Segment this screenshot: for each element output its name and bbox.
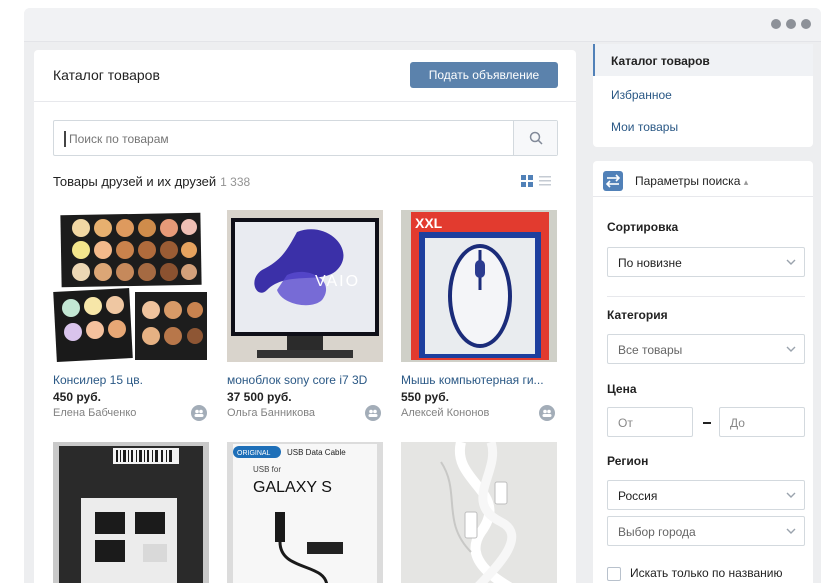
product-price: 550 руб. [401, 390, 449, 404]
filter-icon [603, 171, 623, 191]
search-icon [529, 131, 543, 145]
product-photo[interactable] [53, 442, 209, 583]
sort-select[interactable]: По новизне [607, 247, 805, 277]
product-name[interactable]: Консилер 15 цв. [53, 373, 209, 387]
search-input[interactable] [64, 131, 513, 147]
nav-item-catalog[interactable]: Каталог товаров [593, 44, 813, 76]
list-view-icon[interactable] [539, 175, 551, 187]
product-price: 37 500 руб. [227, 390, 292, 404]
product-card[interactable] [53, 442, 213, 583]
city-placeholder: Выбор города [618, 525, 696, 539]
dot-icon [801, 19, 811, 29]
name-only-label[interactable]: Искать только по названию [630, 566, 782, 580]
product-seller[interactable]: Елена Бабченко [53, 407, 213, 419]
original-badge: ORIGINAL [237, 450, 271, 457]
category-select[interactable]: Все товары [607, 334, 805, 364]
concealer-palette-image [53, 210, 209, 362]
browser-window: Каталог товаров Подать объявление Товары… [24, 8, 821, 583]
view-switcher [521, 175, 551, 187]
nav-item-favorites[interactable]: Избранное [593, 78, 813, 110]
chevron-down-icon [786, 492, 796, 498]
window-menu-dots[interactable] [771, 19, 811, 29]
vaio-monoblock-image: VAIO [227, 210, 383, 362]
product-seller[interactable]: Ольга Банникова [227, 407, 387, 419]
product-name[interactable]: моноблок sony core i7 3D [227, 373, 383, 387]
vaio-logo: VAIO [315, 273, 360, 290]
category-label: Категория [607, 308, 668, 322]
usb-cable-label: USB Data Cable [287, 448, 346, 457]
product-card[interactable]: Консилер 15 цв. 450 руб. Елена Бабченко [53, 210, 213, 421]
friends-icon [191, 405, 207, 421]
usb-cable-image [401, 442, 557, 583]
page-title: Каталог товаров [53, 67, 160, 83]
product-photo[interactable] [53, 210, 209, 362]
grid-view-icon[interactable] [521, 175, 533, 187]
price-label: Цена [607, 382, 637, 396]
params-header[interactable]: Параметры поиска ▴ [593, 161, 813, 197]
nav-item-my-goods[interactable]: Мои товары [593, 110, 813, 142]
search-params-panel: Параметры поиска ▴ Сортировка По новизне… [593, 161, 813, 583]
city-select[interactable]: Выбор города [607, 516, 805, 546]
computer-mouse-image: XXL [401, 210, 557, 362]
price-from-input[interactable]: От [607, 407, 693, 437]
params-title: Параметры поиска ▴ [635, 174, 748, 188]
friends-icon [539, 405, 555, 421]
product-card[interactable]: ORIGINAL USB Data Cable USB for GALAXY S [227, 442, 387, 583]
dot-icon [771, 19, 781, 29]
chevron-down-icon [786, 346, 796, 352]
product-card[interactable]: XXL Мышь компьютерная ги... 550 руб. Але… [401, 210, 561, 421]
dot-icon [786, 19, 796, 29]
catalog-nav: Каталог товаров Избранное Мои товары [593, 44, 813, 147]
chevron-down-icon [786, 259, 796, 265]
xxl-label: XXL [415, 215, 443, 231]
product-photo[interactable]: XXL [401, 210, 557, 362]
catalog-main-panel: Каталог товаров Подать объявление Товары… [34, 50, 576, 583]
product-search [53, 120, 558, 156]
region-select[interactable]: Россия [607, 480, 805, 510]
region-value: Россия [618, 489, 658, 503]
sort-label: Сортировка [607, 220, 679, 234]
section-title: Товары друзей и их друзей 1 338 [53, 174, 250, 189]
sort-value: По новизне [618, 256, 682, 270]
divider [607, 296, 805, 297]
product-card[interactable]: VAIO моноблок sony core i7 3D 37 500 руб… [227, 210, 387, 421]
post-ad-button[interactable]: Подать объявление [410, 62, 558, 88]
collapse-icon: ▴ [743, 177, 749, 187]
product-photo[interactable]: VAIO [227, 210, 383, 362]
sim-adapter-image [53, 442, 209, 583]
region-label: Регион [607, 454, 649, 468]
galaxy-logo: GALAXY S [253, 479, 332, 496]
category-value: Все товары [618, 343, 683, 357]
search-button[interactable] [513, 121, 557, 155]
product-photo[interactable] [401, 442, 557, 583]
section-count: 1 338 [220, 175, 251, 189]
galaxy-cable-image: ORIGINAL USB Data Cable USB for GALAXY S [227, 442, 383, 583]
catalog-header: Каталог товаров Подать объявление [34, 50, 576, 102]
product-seller[interactable]: Алексей Кононов [401, 407, 561, 419]
window-title-bar [24, 8, 821, 42]
price-to-input[interactable]: До [719, 407, 805, 437]
name-only-checkbox[interactable] [607, 567, 621, 581]
params-title-text: Параметры поиска [635, 174, 741, 188]
usb-for-label: USB for [253, 465, 281, 474]
price-range-dash [703, 422, 711, 424]
product-photo[interactable]: ORIGINAL USB Data Cable USB for GALAXY S [227, 442, 383, 583]
friends-icon [365, 405, 381, 421]
chevron-down-icon [786, 528, 796, 534]
product-name[interactable]: Мышь компьютерная ги... [401, 373, 557, 387]
product-price: 450 руб. [53, 390, 101, 404]
product-card[interactable] [401, 442, 561, 583]
section-title-text: Товары друзей и их друзей [53, 174, 217, 189]
